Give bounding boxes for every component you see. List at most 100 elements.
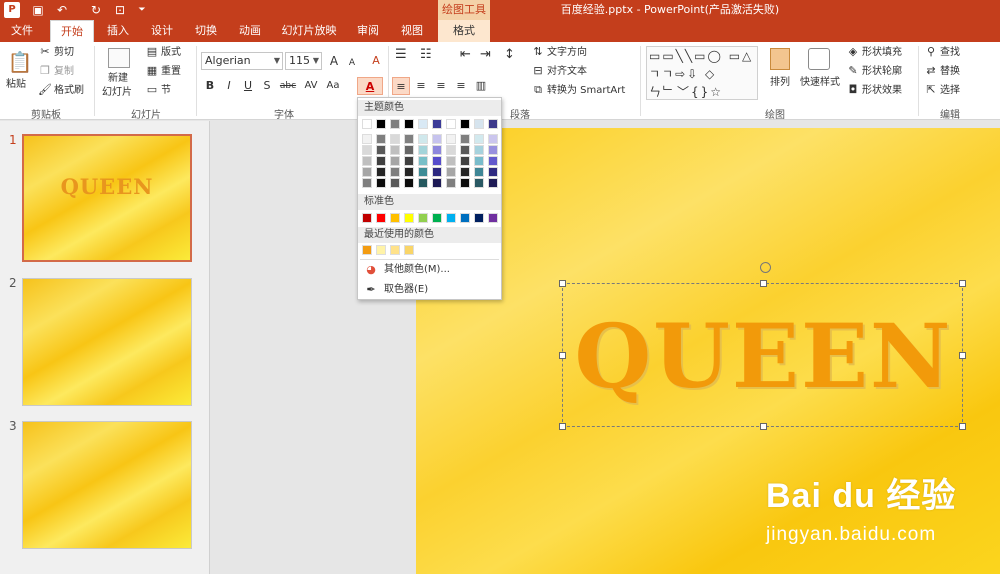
theme-color-shade-swatch[interactable] <box>404 134 414 144</box>
tab-format[interactable]: 格式 <box>438 20 490 42</box>
quick-styles-button[interactable]: 快速样式 <box>800 76 840 90</box>
theme-color-shade-swatch[interactable] <box>460 167 470 177</box>
theme-color-swatch[interactable] <box>460 119 470 129</box>
theme-color-shade-swatch[interactable] <box>418 145 428 155</box>
resize-handle[interactable] <box>959 423 966 430</box>
new-slide-label2[interactable]: 幻灯片 <box>102 86 132 100</box>
standard-color-swatch[interactable] <box>390 213 400 223</box>
theme-color-shade-swatch[interactable] <box>474 156 484 166</box>
replace-button[interactable]: ⇄ 替换 <box>924 65 960 79</box>
theme-color-shade-swatch[interactable] <box>362 134 372 144</box>
strikethrough-button[interactable]: abc <box>277 77 299 95</box>
theme-color-shade-swatch[interactable] <box>432 134 442 144</box>
theme-color-shade-swatch[interactable] <box>418 156 428 166</box>
save-icon[interactable]: ▣ <box>30 1 46 19</box>
standard-color-swatch[interactable] <box>376 213 386 223</box>
rotate-handle-icon[interactable] <box>760 262 771 273</box>
standard-color-swatch[interactable] <box>460 213 470 223</box>
resize-handle[interactable] <box>959 280 966 287</box>
theme-color-shade-swatch[interactable] <box>460 156 470 166</box>
current-slide[interactable]: QUEEN Bai du 经验 jingyan.baidu.com <box>416 128 1000 574</box>
theme-color-shade-swatch[interactable] <box>474 134 484 144</box>
theme-color-swatch[interactable] <box>390 119 400 129</box>
find-button[interactable]: ⚲ 查找 <box>924 46 960 60</box>
theme-color-shade-swatch[interactable] <box>474 178 484 188</box>
theme-color-shade-swatch[interactable] <box>474 167 484 177</box>
customize-qat-icon[interactable]: ⏷ <box>136 1 148 19</box>
shape-effects-button[interactable]: ◘ 形状效果 <box>846 84 902 98</box>
text-direction-button[interactable]: ⇅ 文字方向 <box>531 46 587 60</box>
recent-color-swatch[interactable] <box>362 245 372 255</box>
bullets-icon[interactable]: ☰ <box>395 48 407 62</box>
shapes-gallery[interactable]: ▭▭╲╲▭◯ ▭△ㄱㄱ⇨⇩ ◇ㄣ﹂﹀{}☆ <box>646 46 758 100</box>
theme-color-shade-swatch[interactable] <box>432 178 442 188</box>
theme-color-shade-swatch[interactable] <box>418 167 428 177</box>
slide-thumbnail-2[interactable] <box>22 278 192 406</box>
theme-color-swatch[interactable] <box>488 119 498 129</box>
copy-button[interactable]: ❐ 复制 <box>38 65 74 79</box>
theme-color-shade-swatch[interactable] <box>474 145 484 155</box>
theme-color-shade-swatch[interactable] <box>376 156 386 166</box>
theme-color-shade-swatch[interactable] <box>488 178 498 188</box>
tab-file[interactable]: 文件 <box>0 20 44 42</box>
theme-color-shade-swatch[interactable] <box>376 167 386 177</box>
tab-review[interactable]: 审阅 <box>348 20 388 42</box>
theme-color-shade-swatch[interactable] <box>362 145 372 155</box>
align-right-button[interactable]: ≡ <box>432 77 450 95</box>
theme-color-swatch[interactable] <box>446 119 456 129</box>
slide-thumbnail-3[interactable] <box>22 421 192 549</box>
select-button[interactable]: ⇱ 选择 <box>924 84 960 98</box>
section-button[interactable]: ▭ 节 <box>145 84 171 98</box>
layout-button[interactable]: ▤ 版式 <box>145 46 181 60</box>
theme-color-shade-swatch[interactable] <box>446 156 456 166</box>
font-size-combo[interactable]: 115 ▼ <box>285 52 322 70</box>
convert-smartart-button[interactable]: ⧉ 转换为 SmartArt <box>531 84 625 98</box>
theme-color-shade-swatch[interactable] <box>390 134 400 144</box>
paste-button[interactable]: 粘贴 <box>6 78 26 92</box>
new-slide-icon[interactable] <box>108 48 130 68</box>
bold-button[interactable]: B <box>201 77 219 95</box>
theme-color-shade-swatch[interactable] <box>390 178 400 188</box>
paste-icon[interactable]: 📋 <box>6 48 34 78</box>
shape-fill-button[interactable]: ◈ 形状填充 <box>846 46 902 60</box>
theme-color-shade-swatch[interactable] <box>446 145 456 155</box>
new-slide-button[interactable]: 新建 <box>108 72 128 86</box>
resize-handle[interactable] <box>760 280 767 287</box>
theme-color-shade-swatch[interactable] <box>446 167 456 177</box>
arrange-button[interactable]: 排列 <box>770 76 790 90</box>
standard-color-swatch[interactable] <box>488 213 498 223</box>
italic-button[interactable]: I <box>220 77 238 95</box>
character-spacing-button[interactable]: AV <box>300 77 322 95</box>
theme-color-swatch[interactable] <box>362 119 372 129</box>
theme-color-shade-swatch[interactable] <box>418 134 428 144</box>
theme-color-shade-swatch[interactable] <box>432 156 442 166</box>
theme-color-shade-swatch[interactable] <box>418 178 428 188</box>
theme-color-shade-swatch[interactable] <box>488 134 498 144</box>
change-case-button[interactable]: Aa <box>322 77 344 95</box>
slide-title-text[interactable]: QUEEN <box>563 306 964 406</box>
reset-button[interactable]: ▦ 重置 <box>145 65 181 79</box>
theme-color-shade-swatch[interactable] <box>362 178 372 188</box>
theme-color-shade-swatch[interactable] <box>376 134 386 144</box>
text-shadow-button[interactable]: S <box>258 77 276 95</box>
resize-handle[interactable] <box>760 423 767 430</box>
redo-icon[interactable]: ↻ <box>88 1 104 19</box>
theme-color-shade-swatch[interactable] <box>446 178 456 188</box>
standard-color-swatch[interactable] <box>362 213 372 223</box>
standard-color-swatch[interactable] <box>418 213 428 223</box>
theme-color-shade-swatch[interactable] <box>432 145 442 155</box>
theme-color-swatch[interactable] <box>418 119 428 129</box>
undo-icon[interactable]: ↶ <box>54 1 70 19</box>
theme-color-shade-swatch[interactable] <box>404 167 414 177</box>
resize-handle[interactable] <box>559 423 566 430</box>
standard-color-swatch[interactable] <box>432 213 442 223</box>
cut-button[interactable]: ✂ 剪切 <box>38 46 74 60</box>
eyedropper-item[interactable]: ✒ 取色器(E) <box>362 281 498 299</box>
theme-color-swatch[interactable] <box>432 119 442 129</box>
theme-color-shade-swatch[interactable] <box>446 134 456 144</box>
resize-handle[interactable] <box>559 280 566 287</box>
theme-color-shade-swatch[interactable] <box>404 156 414 166</box>
columns-button[interactable]: ▥ <box>472 77 490 95</box>
format-painter-button[interactable]: 🖌 格式刷 <box>38 84 84 98</box>
theme-color-swatch[interactable] <box>474 119 484 129</box>
